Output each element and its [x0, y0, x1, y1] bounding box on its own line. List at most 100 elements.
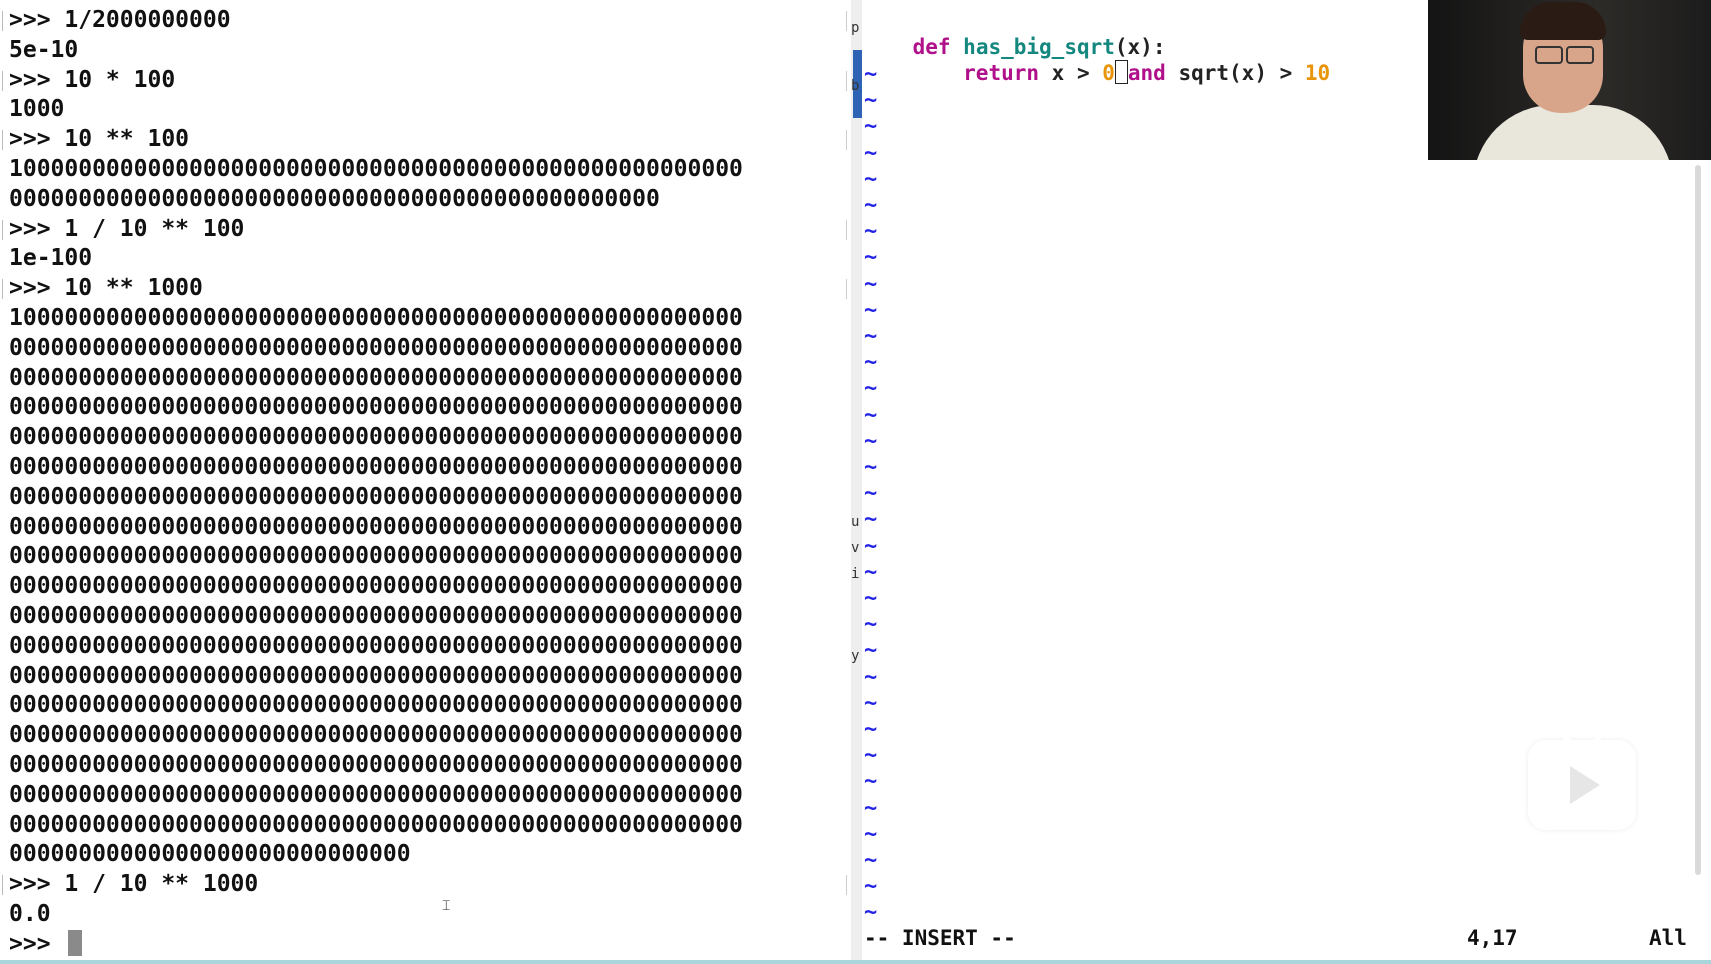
terminal-output-line: 0000000000000000000000000000000000000000…: [9, 722, 743, 749]
empty-line-tilde: ~: [864, 193, 878, 218]
divider-glyph: y: [851, 648, 860, 664]
empty-line-tilde: ~: [864, 245, 878, 271]
divider-glyph: v: [851, 540, 860, 556]
terminal-output-line: 1000000000000000000000000000000000000000…: [9, 156, 743, 182]
glasses-left: [1535, 46, 1563, 64]
cursor-position: 4,17: [1467, 926, 1518, 950]
empty-line-tilde: ~: [864, 271, 878, 297]
bottom-border: [0, 960, 1711, 964]
empty-line-tilde: ~: [864, 821, 878, 847]
code-text: x >: [1039, 61, 1103, 85]
empty-line-tilde: ~: [864, 350, 878, 376]
divider-glyph: p: [851, 20, 860, 36]
prompt-marker-right: [846, 875, 849, 896]
play-icon: [1570, 766, 1600, 804]
code-line-1[interactable]: def has_big_sqrt(x):: [862, 8, 1166, 59]
terminal-input-line: >>> 1 / 10 ** 1000: [9, 871, 259, 898]
prompt-marker-right: [846, 130, 849, 151]
divider-glyph: u: [851, 514, 860, 530]
empty-line-tilde: ~: [864, 690, 878, 716]
empty-line-tilde: ~: [864, 900, 878, 926]
terminal-output-line: 0000000000000000000000000000000000000000…: [9, 811, 743, 838]
empty-line-tilde: ~: [864, 664, 878, 690]
terminal-output-line: 0000000000000000000000000000000000000000…: [9, 185, 660, 212]
prompt-marker-right: [846, 279, 849, 300]
terminal-active-prompt[interactable]: >>>: [9, 929, 83, 959]
empty-line-tilde: ~: [864, 219, 878, 245]
empty-line-tilde: ~: [864, 743, 878, 769]
empty-line-tilde: ~: [864, 481, 878, 507]
prompt-marker: [2, 219, 9, 240]
prompt-marker: [2, 130, 9, 151]
empty-line-tilde: ~: [864, 114, 878, 140]
empty-line-tilde: ~: [864, 638, 878, 664]
prompt-marker-right: [846, 70, 849, 91]
code-text: sqrt(x) >: [1165, 61, 1305, 85]
number-literal: 0: [1102, 61, 1115, 85]
terminal-output-line: 0000000000000000000000000000000000000000…: [9, 752, 743, 778]
terminal-output-line: 1000: [9, 96, 65, 123]
keyword-return: return: [963, 61, 1040, 85]
empty-line-tilde: ~: [864, 324, 878, 349]
terminal-output-line: 0000000000000000000000000000000000000000…: [9, 632, 743, 659]
empty-line-tilde: ~: [864, 88, 878, 114]
terminal-output-line: 0000000000000000000000000000000000000000…: [9, 692, 743, 719]
editor-scrollbar[interactable]: [1695, 165, 1701, 875]
empty-line-tilde: ~: [864, 376, 878, 402]
i-beam-cursor-icon: ⌶: [442, 898, 451, 914]
empty-line-tilde: ~: [864, 533, 878, 559]
terminal-input-line: >>> 1 / 10 ** 100: [9, 215, 245, 242]
pane-divider[interactable]: p b u v i y: [851, 0, 862, 964]
terminal-input-line: >>> 10 * 100: [9, 66, 176, 93]
empty-line-tilde: ~: [864, 402, 878, 428]
empty-line-tilde: ~: [864, 455, 878, 480]
glasses-right: [1566, 46, 1594, 64]
empty-line-tilde: ~: [864, 612, 878, 638]
terminal-output-line: 1e-100: [9, 245, 93, 272]
prompt-marker: [2, 70, 9, 91]
empty-line-tilde: ~: [864, 717, 878, 742]
terminal-output-line: 0000000000000000000000000000000000000000…: [9, 573, 743, 600]
presenter-hair: [1520, 2, 1606, 40]
terminal-output-line: 0000000000000000000000000000000000000000…: [9, 394, 743, 421]
vim-mode-indicator: -- INSERT --: [864, 926, 1016, 950]
empty-line-tilde: ~: [864, 507, 878, 533]
empty-line-tilde: ~: [864, 166, 878, 192]
empty-line-tilde: ~: [864, 297, 878, 323]
prompt-marker-right: [846, 219, 849, 240]
terminal-output-line: 0000000000000000000000000000000000000000…: [9, 424, 743, 451]
terminal-output-line: 0000000000000000000000000000000000000000…: [9, 543, 743, 570]
python-terminal-pane[interactable]: >>> 1/2000000000 5e-10 >>> 10 * 100 1000 >>>…: [0, 0, 851, 964]
terminal-input-line: >>> 10 ** 1000: [9, 275, 203, 302]
prompt-marker: [2, 279, 9, 300]
empty-line-tilde: ~: [864, 586, 878, 611]
prompt-marker: [2, 875, 9, 896]
prompt-text: >>>: [9, 930, 65, 957]
text-cursor: [1114, 60, 1128, 84]
terminal-output-line: 0.0: [9, 901, 51, 927]
terminal-output-line: 0000000000000000000000000000000000000000…: [9, 334, 743, 361]
terminal-output-line: 0000000000000000000000000000000000000000…: [9, 662, 743, 689]
terminal-output-line: 0000000000000000000000000000000000000000…: [9, 781, 743, 808]
empty-line-tilde: ~: [864, 559, 878, 585]
play-button[interactable]: [1528, 724, 1636, 830]
keyword-and: and: [1127, 61, 1166, 85]
terminal-input-line: >>> 1/2000000000: [9, 7, 231, 33]
terminal-output-line: 1000000000000000000000000000000000000000…: [9, 305, 743, 331]
prompt-marker: [2, 11, 9, 31]
empty-line-tilde: ~: [864, 769, 878, 795]
terminal-output-line: 00000000000000000000000000000: [9, 841, 411, 868]
empty-line-tilde: ~: [864, 428, 878, 454]
code-line-2[interactable]: return x > 0 and sqrt(x) > 10: [862, 34, 1330, 85]
terminal-input-line: >>> 10 ** 100: [9, 126, 190, 153]
terminal-output-line: 0000000000000000000000000000000000000000…: [9, 483, 743, 510]
terminal-output-line: 0000000000000000000000000000000000000000…: [9, 454, 743, 480]
empty-line-tilde: ~: [864, 140, 878, 166]
terminal-output-line: 0000000000000000000000000000000000000000…: [9, 513, 743, 540]
divider-glyph: b: [851, 78, 860, 94]
empty-line-tilde: ~: [864, 62, 878, 87]
empty-line-tilde: ~: [864, 795, 878, 821]
vim-status-line: -- INSERT -- 4,17 All: [862, 925, 1711, 951]
empty-line-tilde: ~: [864, 874, 878, 900]
scroll-indicator: All: [1649, 926, 1687, 950]
